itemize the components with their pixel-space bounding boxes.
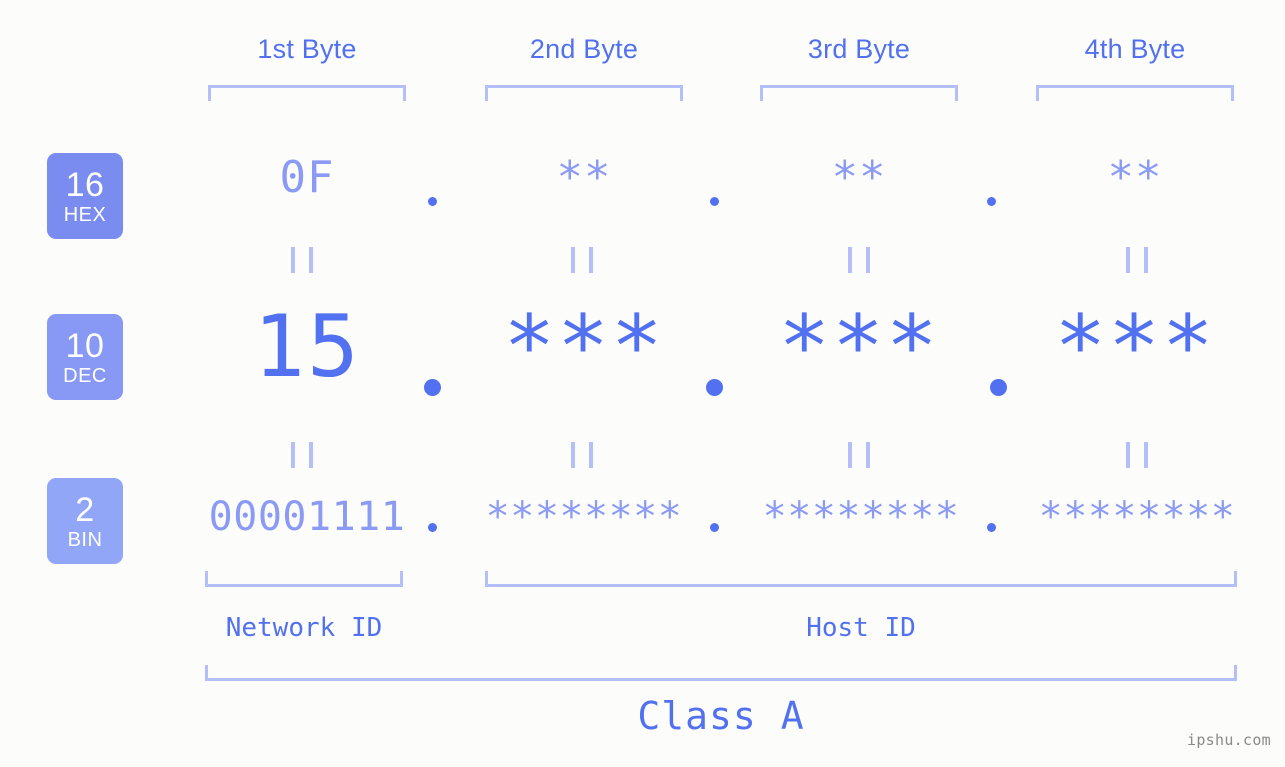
equals-mark-dec-bin-1: [291, 442, 313, 468]
base-badge-hex-number: 16: [65, 165, 105, 204]
class-label: Class A: [637, 694, 805, 738]
dec-separator-dot-1: [424, 379, 441, 396]
base-badge-bin-name: BIN: [67, 528, 103, 551]
byte-header-label-1: 1st Byte: [257, 34, 357, 64]
equals-mark-hex-dec-1: [291, 247, 313, 273]
host-id-label: Host ID: [806, 613, 916, 643]
bin-separator-dot-2: [710, 523, 719, 532]
byte-header-bracket-2: [485, 85, 683, 101]
hex-byte-value-1: 0F: [279, 152, 335, 203]
hex-separator-dot-3: [987, 197, 996, 206]
bin-byte-value-2: ********: [485, 494, 683, 540]
dec-separator-dot-2: [706, 379, 723, 396]
byte-header-bracket-1: [208, 85, 406, 101]
host-id-bracket: [485, 571, 1237, 587]
base-badge-bin: 2 BIN: [47, 478, 123, 564]
network-id-label: Network ID: [225, 613, 383, 643]
dec-byte-value-1: 15: [253, 297, 361, 397]
bin-separator-dot-3: [987, 523, 996, 532]
hex-byte-value-2: **: [556, 152, 612, 203]
bin-byte-value-1: 00001111: [208, 494, 406, 540]
site-watermark: ipshu.com: [1187, 731, 1271, 749]
equals-mark-dec-bin-2: [571, 442, 593, 468]
class-bracket: [205, 665, 1237, 681]
byte-header-label-2: 2nd Byte: [529, 34, 639, 64]
dec-separator-dot-3: [990, 379, 1007, 396]
base-badge-dec-name: DEC: [63, 364, 107, 387]
base-badge-dec-number: 10: [65, 326, 105, 365]
dec-byte-value-4: ***: [1054, 297, 1216, 397]
equals-mark-dec-bin-3: [848, 442, 870, 468]
hex-byte-value-4: **: [1107, 152, 1163, 203]
equals-mark-dec-bin-4: [1126, 442, 1148, 468]
network-id-bracket: [205, 571, 403, 587]
dec-byte-value-2: ***: [503, 297, 665, 397]
base-badge-hex: 16 HEX: [47, 153, 123, 239]
byte-header-label-4: 4th Byte: [1084, 34, 1186, 64]
base-badge-bin-number: 2: [75, 490, 95, 529]
bin-byte-value-4: ********: [1038, 494, 1236, 540]
byte-header-bracket-4: [1036, 85, 1234, 101]
ip-address-breakdown-diagram: 1st Byte 2nd Byte 3rd Byte 4th Byte 16 H…: [0, 0, 1285, 767]
equals-mark-hex-dec-4: [1126, 247, 1148, 273]
bin-separator-dot-1: [428, 523, 437, 532]
equals-mark-hex-dec-3: [848, 247, 870, 273]
equals-mark-hex-dec-2: [571, 247, 593, 273]
bin-byte-value-3: ********: [762, 494, 960, 540]
base-badge-hex-name: HEX: [63, 203, 107, 226]
hex-separator-dot-2: [710, 197, 719, 206]
byte-header-label-3: 3rd Byte: [807, 34, 911, 64]
byte-header-bracket-3: [760, 85, 958, 101]
base-badge-dec: 10 DEC: [47, 314, 123, 400]
dec-byte-value-3: ***: [778, 297, 940, 397]
hex-byte-value-3: **: [831, 152, 887, 203]
hex-separator-dot-1: [428, 197, 437, 206]
